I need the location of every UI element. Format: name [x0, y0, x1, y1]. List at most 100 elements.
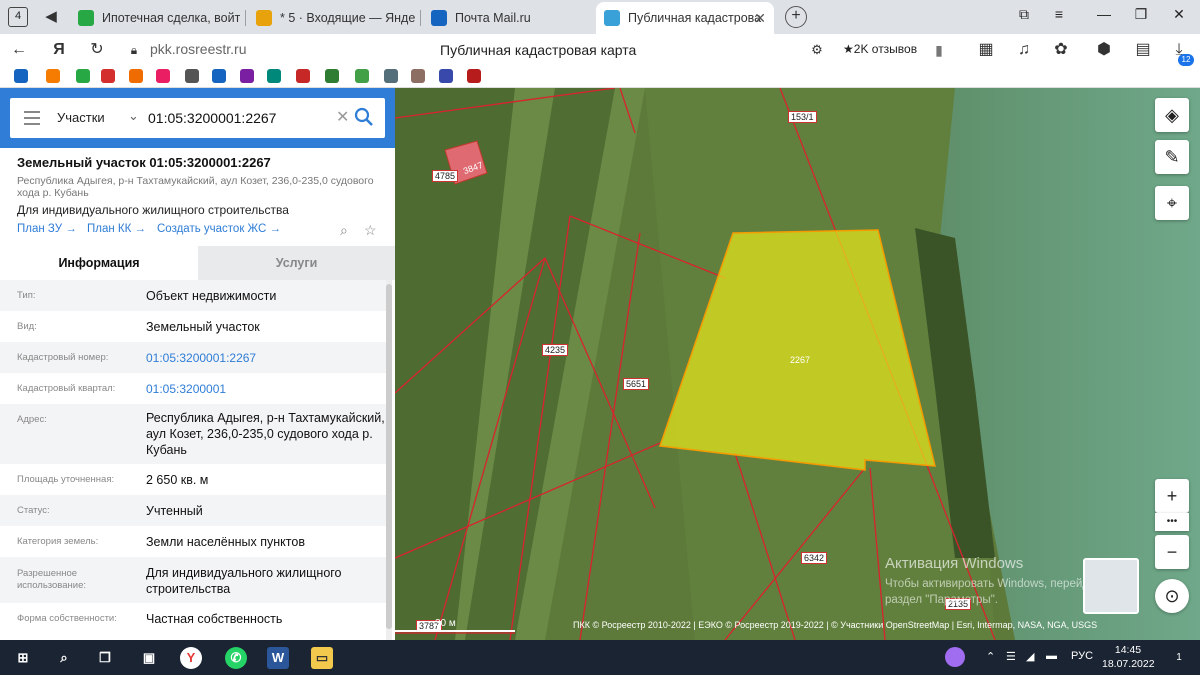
tab-ipoteka[interactable]: Ипотечная сделка, войти [70, 4, 240, 32]
tab-yandex-mail[interactable]: * 5 · Входящие — Яндекс [248, 4, 416, 32]
bookmark-icon[interactable] [240, 69, 254, 83]
cadastral-map[interactable]: 153/1 4785 3847 4235 5651 2267 6342 2135… [395, 88, 1200, 640]
tab-mail-ru[interactable]: Почта Mail.ru [423, 4, 593, 32]
bookmark-icon[interactable]: ▮ [928, 39, 950, 61]
compass-button[interactable]: ⊙ [1155, 579, 1189, 613]
restore-icon[interactable]: ❐ [1130, 6, 1152, 23]
parcel-label[interactable]: 6342 [801, 552, 828, 564]
lock-icon[interactable]: 🔒︎ [123, 39, 145, 61]
bookmark-icon[interactable] [76, 69, 90, 83]
windows-taskbar: ⊞ ⌕ ❐ ▣ Y ✆ W ▭ ⌃ ☰ ◢ ▬ РУС 14:45 18.07.… [0, 640, 1200, 675]
compass-icon: ⊙ [1164, 586, 1180, 606]
alice-icon[interactable] [945, 647, 965, 667]
bookmark-icon[interactable] [411, 69, 425, 83]
collections-icon[interactable]: ⬢ [1093, 39, 1115, 61]
reload-icon[interactable]: ↻ [86, 39, 108, 61]
bookmark-icon[interactable] [467, 69, 481, 83]
bookmark-icon[interactable] [325, 69, 339, 83]
bookmark-icon[interactable] [267, 69, 281, 83]
search-icon[interactable]: ⌕ [53, 647, 75, 669]
plan-kk-link[interactable]: План КК → [87, 223, 146, 235]
basemap-switcher[interactable] [1083, 558, 1139, 614]
zoom-in-button[interactable]: + [1155, 479, 1189, 513]
search-icon[interactable] [354, 107, 374, 127]
url-text[interactable]: pkk.rosreestr.ru [150, 41, 246, 57]
favorite-star-icon[interactable]: ☆ [364, 222, 377, 239]
system-clock[interactable]: 14:45 18.07.2022 [1102, 643, 1155, 671]
layers-button[interactable]: ◈ [1155, 98, 1189, 132]
tab-manager-icon[interactable]: ⧉ [1013, 6, 1035, 23]
tab-information[interactable]: Информация [0, 246, 198, 280]
minimize-icon[interactable]: — [1093, 6, 1115, 22]
whatsapp-icon[interactable]: ✆ [225, 647, 247, 669]
notifications-icon[interactable]: 1 [1168, 647, 1190, 669]
bookmark-icon[interactable] [296, 69, 310, 83]
zoom-more-button[interactable]: ••• [1155, 513, 1189, 531]
zoom-out-button[interactable]: − [1155, 535, 1189, 569]
close-window-icon[interactable]: ✕ [1168, 6, 1190, 23]
tab-title: Ипотечная сделка, войти [102, 11, 240, 25]
parcel-label[interactable]: 4785 [432, 170, 459, 182]
back-tab-icon[interactable]: ◀ [40, 6, 62, 28]
clear-icon[interactable]: ✕ [336, 107, 349, 127]
bookmark-icon[interactable] [185, 69, 199, 83]
search-input[interactable] [148, 107, 333, 129]
row-value: Земельный участок [146, 320, 260, 334]
pdf-icon[interactable]: ▤ [1132, 39, 1154, 61]
yandex-logo-icon[interactable]: Я [48, 39, 70, 61]
cadastral-number-link[interactable]: 01:05:3200001:2267 [146, 350, 384, 366]
tab-services[interactable]: Услуги [198, 246, 395, 280]
bookmark-icon[interactable] [46, 69, 60, 83]
bookmark-icon[interactable] [355, 69, 369, 83]
parcel-label[interactable]: 153/1 [788, 111, 817, 123]
bookmark-icon[interactable] [14, 69, 28, 83]
plan-zu-link[interactable]: План ЗУ → [17, 223, 77, 235]
reviews-label: 2K отзывов [853, 42, 918, 56]
reviews-button[interactable]: ★2K отзывов [843, 42, 917, 56]
windows-start-icon[interactable]: ⊞ [12, 647, 34, 669]
chevron-down-icon[interactable]: ⌄ [128, 108, 139, 124]
file-explorer-icon[interactable]: ▭ [311, 647, 333, 669]
tab-count-button[interactable]: 4 [8, 7, 28, 27]
bookmark-icon[interactable] [101, 69, 115, 83]
bookmark-icon[interactable] [212, 69, 226, 83]
locate-button[interactable]: ⌖ [1155, 186, 1189, 220]
panel-scrollbar-thumb[interactable] [386, 284, 392, 629]
word-icon[interactable]: W [267, 647, 289, 669]
wifi-icon[interactable]: ☰ [1006, 650, 1016, 663]
tab-kadastr[interactable]: Публичная кадастрова ✕ [596, 2, 774, 34]
yandex-browser-icon[interactable]: Y [180, 647, 202, 669]
music-icon[interactable]: ♫ [1013, 39, 1035, 61]
parcel-label-2267[interactable]: 2267 [790, 355, 810, 365]
app-icon[interactable]: ▣ [138, 647, 160, 669]
bookmark-icon[interactable] [156, 69, 170, 83]
parcel-title: Земельный участок 01:05:3200001:2267 [17, 155, 271, 170]
cadastral-quarter-link[interactable]: 01:05:3200001 [146, 381, 384, 397]
create-parcel-link[interactable]: Создать участок ЖС → [157, 223, 281, 235]
search-type-select[interactable]: Участки [57, 110, 105, 125]
battery-icon[interactable]: ▬ [1046, 650, 1057, 662]
parcel-label[interactable]: 5651 [623, 378, 650, 390]
tab-title: Почта Mail.ru [455, 11, 531, 25]
bookmark-icon[interactable] [129, 69, 143, 83]
extension-icon[interactable]: ✿ [1050, 39, 1072, 61]
back-arrow-icon[interactable]: ← [8, 39, 30, 61]
measure-button[interactable]: ✎ [1155, 140, 1189, 174]
row-label: Форма собственности: [17, 613, 117, 624]
network-icon[interactable]: ◢ [1026, 650, 1034, 663]
row-label: Статус: [17, 505, 50, 516]
new-tab-button[interactable]: + [785, 6, 807, 28]
protect-icon[interactable]: ⚙ [806, 39, 828, 61]
menu-hamburger-icon[interactable] [24, 111, 40, 125]
row-label: Кадастровый номер: [17, 352, 109, 363]
task-view-icon[interactable]: ❐ [94, 647, 116, 669]
bookmark-icon[interactable] [439, 69, 453, 83]
menu-icon[interactable]: ≡ [1048, 6, 1070, 22]
tray-chevron-icon[interactable]: ⌃ [986, 650, 995, 663]
close-tab-icon[interactable]: ✕ [754, 10, 766, 27]
language-indicator[interactable]: РУС [1071, 650, 1093, 662]
bookmark-icon[interactable] [384, 69, 398, 83]
zoom-to-object-icon[interactable]: ⌕ [340, 222, 348, 239]
extension-grid-icon[interactable]: ▦ [975, 39, 997, 61]
parcel-label[interactable]: 4235 [542, 344, 569, 356]
